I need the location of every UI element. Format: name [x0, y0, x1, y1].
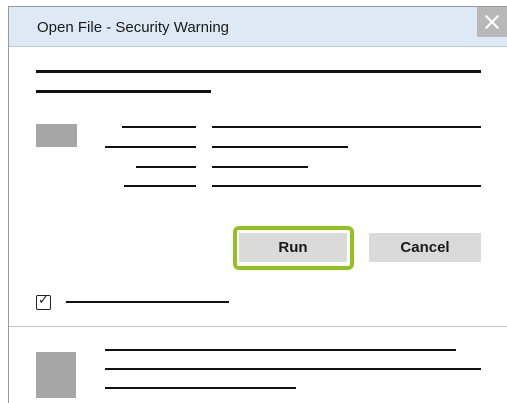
property-label-type	[136, 166, 196, 168]
message-line-1	[36, 70, 481, 73]
property-value-publisher	[212, 146, 348, 148]
property-label-name	[122, 126, 196, 128]
info-line-3	[105, 387, 296, 389]
dialog-title: Open File - Security Warning	[37, 19, 230, 36]
info-line-2	[105, 368, 481, 370]
security-warning-dialog: Open File - Security Warning Run Cancel …	[8, 6, 507, 403]
divider	[9, 326, 507, 327]
shield-icon	[36, 352, 76, 398]
message-line-2	[36, 90, 211, 93]
run-button[interactable]: Run	[239, 233, 347, 262]
property-value-name	[212, 126, 481, 128]
property-value-type	[212, 166, 308, 168]
property-label-publisher	[105, 146, 196, 148]
file-icon	[36, 124, 77, 147]
property-label-from	[124, 185, 196, 187]
title-bar: Open File - Security Warning	[9, 7, 507, 47]
checkmark-icon: ✓	[38, 293, 49, 308]
property-value-from	[212, 185, 481, 187]
info-line-1	[105, 349, 456, 351]
checkbox-label	[66, 301, 229, 303]
always-ask-checkbox[interactable]: ✓	[36, 293, 51, 310]
close-icon[interactable]	[477, 7, 507, 37]
cancel-button[interactable]: Cancel	[369, 233, 481, 262]
